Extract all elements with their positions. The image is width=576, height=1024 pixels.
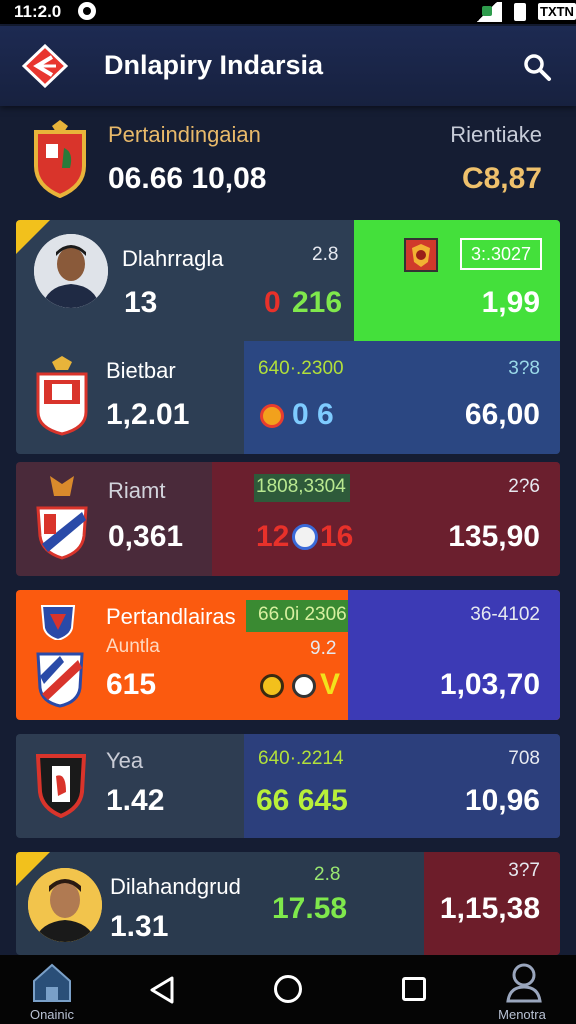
status-bar: 11:2.0 TXTN bbox=[0, 0, 576, 24]
right-range: 36-4102 bbox=[470, 604, 540, 625]
right-value: 10,96 bbox=[464, 784, 540, 817]
odds-small: 9.2 bbox=[310, 638, 337, 659]
profile-icon bbox=[506, 963, 542, 1003]
team-value: 1,2.01 bbox=[106, 398, 190, 431]
team-crest-icon bbox=[34, 356, 90, 436]
match-card-4[interactable]: Yea 1.42 640·.2214 66 645 708 10,96 bbox=[16, 734, 560, 838]
coin-icon bbox=[260, 404, 284, 428]
score-value: 66 645 bbox=[256, 784, 348, 817]
odds-small: 708 bbox=[508, 748, 540, 769]
status-time: 11:2.0 bbox=[14, 2, 62, 21]
team-name: Riamt bbox=[108, 478, 166, 503]
bottom-nav: Onainic Menotra bbox=[0, 955, 576, 1024]
right-value: 1,99 bbox=[481, 286, 540, 319]
ball-icon bbox=[292, 674, 316, 698]
odds-range: 640·.2214 bbox=[258, 748, 344, 769]
team-badge-icon bbox=[40, 600, 76, 642]
odds-range: 1808,3304 bbox=[256, 476, 346, 497]
avatar bbox=[34, 234, 108, 308]
system-recents-button[interactable] bbox=[402, 977, 426, 1001]
system-home-button[interactable] bbox=[274, 975, 302, 1003]
coin-icon bbox=[260, 674, 284, 698]
right-value: 66,00 bbox=[464, 398, 540, 431]
nav-home-label: Onainic bbox=[29, 1007, 75, 1022]
search-icon bbox=[524, 54, 551, 81]
score-right: 16 bbox=[320, 520, 354, 553]
tag-box: 3:.3027 bbox=[460, 238, 542, 270]
app-bar: Dnlapiry Indarsia bbox=[0, 26, 576, 106]
team-crest-icon bbox=[36, 474, 88, 560]
avatar bbox=[28, 868, 102, 942]
back-triangle-icon bbox=[150, 976, 174, 1004]
system-back-button[interactable] bbox=[148, 975, 176, 1005]
odds-right: 3?7 bbox=[508, 860, 540, 881]
summary-value: 06.66 10,08 bbox=[108, 162, 267, 195]
summary-label: Pertaindingaian bbox=[108, 122, 261, 147]
team-value: 1.42 bbox=[106, 784, 165, 817]
page-title: Dnlapiry Indarsia bbox=[104, 50, 324, 80]
summary-panel: Pertaindingaian 06.66 10,08 Rientiake C8… bbox=[16, 110, 560, 210]
right-value: 1,03,70 bbox=[439, 668, 540, 701]
team-name: Bietbar bbox=[106, 358, 176, 383]
team-crest-icon bbox=[35, 752, 87, 819]
team-crest-icon bbox=[36, 650, 84, 708]
signal-icon bbox=[472, 2, 502, 22]
match-card-1[interactable]: Dlahrragla 13 2.8 0 216 3:.3027 1,99 Bie… bbox=[16, 220, 560, 454]
team-subtitle: Auntla bbox=[106, 636, 160, 657]
right-value: 135,90 bbox=[448, 520, 540, 553]
team-name: Pertandlairas bbox=[106, 604, 236, 629]
ball-icon bbox=[292, 524, 318, 550]
team-crest-icon bbox=[30, 118, 90, 199]
team-name: Yea bbox=[106, 748, 144, 773]
summary-right-value: C8,87 bbox=[461, 162, 542, 195]
odds-small: 3?8 bbox=[508, 358, 540, 379]
odds-small: 2?6 bbox=[508, 476, 540, 497]
score-value: 0 6 bbox=[292, 398, 334, 431]
back-button[interactable] bbox=[21, 43, 69, 89]
nav-home[interactable]: Onainic bbox=[26, 961, 78, 1022]
search-button[interactable] bbox=[522, 52, 552, 82]
score-value: 216 bbox=[292, 286, 343, 319]
odds-range: 640·.2300 bbox=[258, 358, 344, 379]
battery-icon bbox=[514, 3, 526, 21]
score-left: 12 bbox=[256, 520, 290, 553]
network-indicator: TXTN bbox=[538, 3, 576, 20]
player-value: 13 bbox=[124, 286, 158, 319]
team-value: 0,361 bbox=[108, 520, 184, 553]
notification-icon bbox=[78, 2, 96, 20]
odds-small: 2.8 bbox=[312, 244, 339, 265]
player-value: 1.31 bbox=[110, 910, 169, 943]
nav-menu-label: Menotra bbox=[498, 1007, 546, 1022]
player-name: Dlahrragla bbox=[122, 246, 224, 271]
team-value: 615 bbox=[106, 668, 157, 701]
app-logo-icon bbox=[21, 43, 69, 89]
score-zero: 0 bbox=[264, 286, 281, 319]
team-badge-icon bbox=[404, 238, 438, 272]
match-card-3[interactable]: Pertandlairas Auntla 615 66.0i 2306 9.2 … bbox=[16, 590, 560, 720]
odds-small: 2.8 bbox=[314, 864, 341, 885]
score-value: V bbox=[320, 668, 341, 701]
nav-menu[interactable]: Menotra bbox=[496, 961, 552, 1022]
summary-right-label: Rientiake bbox=[450, 122, 542, 147]
right-value: 1,15,38 bbox=[439, 892, 540, 925]
match-card-2[interactable]: Riamt 0,361 1808,3304 2?6 12 16 135,90 bbox=[16, 462, 560, 576]
match-card-5[interactable]: Dilahandgrud 1.31 2.8 17.58 3?7 1,15,38 bbox=[16, 852, 560, 955]
odds-range: 66.0i 2306 bbox=[258, 604, 347, 625]
player-name: Dilahandgrud bbox=[110, 874, 241, 899]
home-icon bbox=[33, 963, 71, 1002]
score-value: 17.58 bbox=[272, 892, 348, 925]
